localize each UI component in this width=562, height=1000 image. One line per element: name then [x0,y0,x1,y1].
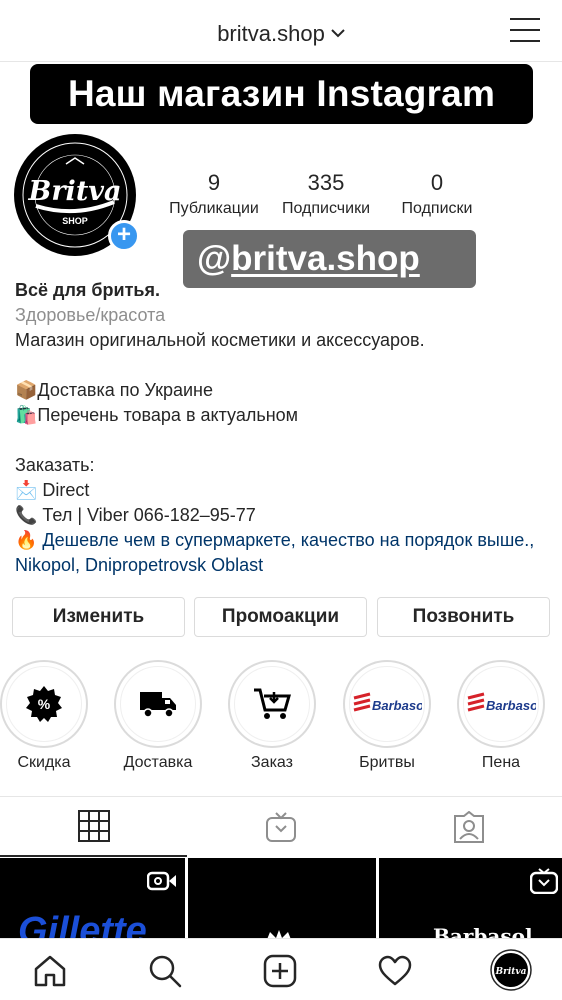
bio-line-list: 🛍️Перечень товара в актуальном [15,403,555,428]
post-grid: Gillette Barbasol [0,858,562,940]
handle-at: @ [197,239,232,278]
bottom-navigation: Britva [0,938,562,1000]
bio-line-delivery: 📦Доставка по Украине [15,378,555,403]
stat-label: Подписки [401,200,473,217]
highlight-label: Бритвы [359,754,415,771]
profile-tab-avatar[interactable]: Britva [490,949,532,991]
highlight-razors[interactable]: Barbasol Бритвы [342,660,432,772]
bio-line-text: Тел | Viber 066-182–95-77 [42,505,256,525]
bio-line-text: Дешевле чем в супермаркете, качество на … [42,530,530,550]
bio-line-cheaper: 🔥 Дешевле чем в супермаркете, качество н… [15,528,555,578]
stat-followers[interactable]: 335 Подписчики [266,170,386,218]
tagged-person-icon [453,811,484,843]
tab-igtv[interactable] [187,797,374,857]
shopping-cart-icon [254,688,291,719]
bio-line-text: Direct [42,480,90,500]
post-text: Gillette [18,910,147,940]
profile-tabs [0,796,562,857]
profile-category: Здоровье/красота [15,305,166,325]
bio-line-direct: 📩 Direct [15,478,555,503]
tab-tagged[interactable] [375,797,562,857]
highlight-label: Пена [481,754,521,771]
shopping-bags-icon: 🛍️ [15,405,38,425]
grid-icon [77,810,110,842]
highlight-delivery[interactable]: Доставка [113,660,203,772]
chevron-down-icon [331,18,345,44]
bio-line-phone: 📞 Тел | Viber 066-182–95-77 [15,503,555,528]
highlight-label: Скидка [17,754,71,771]
igtv-icon [530,868,558,894]
handle-name: britva.shop [231,239,420,278]
discount-badge-icon: % [26,686,62,722]
svg-text:%: % [38,696,51,712]
heart-icon[interactable] [377,953,413,989]
post-thumbnail[interactable]: Barbasol [379,858,562,940]
promotions-button[interactable]: Промоакции [194,597,367,637]
top-bar: britva.shop [0,0,562,62]
logo-text: Barbasol [486,698,536,713]
avatar-sub-text: SHOP [62,216,88,226]
tab-grid[interactable] [0,797,187,857]
promo-banner: Наш магазин Instagram [30,64,533,124]
profile-bio: Всё для бритья. Здоровье/красота Магазин… [15,278,555,578]
username-label: britva.shop [217,21,325,46]
video-icon [147,871,176,891]
account-switcher[interactable]: britva.shop [0,18,562,47]
profile-avatar[interactable]: Britva SHOP + [14,134,140,258]
stat-value: 0 [430,170,444,195]
bio-order-title: Заказать: [15,455,95,475]
highlight-foam[interactable]: Barbasol Пена [456,660,546,772]
highlight-label: Доставка [123,754,193,771]
stat-value: 9 [207,170,221,195]
hamburger-menu-icon[interactable] [510,18,540,42]
igtv-icon [265,812,296,842]
post-thumbnail[interactable]: Gillette [0,858,185,940]
bio-description: Магазин оригинальной косметики и аксессу… [15,330,425,350]
new-post-icon[interactable] [262,953,298,989]
bio-line-text: Доставка по Украине [37,380,214,400]
add-story-icon[interactable]: + [108,220,140,252]
stat-label: Публикации [169,200,259,217]
envelope-icon: 📩 [15,480,43,500]
logo-text: Barbasol [372,698,422,713]
highlight-label: Заказ [251,754,293,771]
stat-following[interactable]: 0 Подписки [377,170,497,218]
call-button[interactable]: Позвонить [377,597,550,637]
stat-label: Подписчики [281,200,370,217]
bio-line-text: Перечень товара в актуальном [37,405,299,425]
post-thumbnail[interactable] [188,858,376,940]
highlight-order[interactable]: Заказ [227,660,317,772]
delivery-truck-icon [140,692,176,718]
fire-icon: 🔥 [15,530,43,550]
profile-name: Всё для бритья. [15,280,160,300]
stat-value: 335 [307,170,345,195]
package-icon: 📦 [15,380,38,400]
stat-posts[interactable]: 9 Публикации [154,170,274,218]
barbasol-logo-icon: Barbasol [353,692,422,713]
phone-icon: 📞 [15,505,43,525]
avatar-brand-text: Britva [28,176,122,207]
home-icon[interactable] [32,953,68,989]
barbasol-logo-icon: Barbasol [467,692,536,713]
search-icon[interactable] [147,953,183,989]
nav-avatar-brand: Britva [495,967,527,977]
edit-profile-button[interactable]: Изменить [12,597,185,637]
highlight-discount[interactable]: % Скидка [0,660,89,772]
